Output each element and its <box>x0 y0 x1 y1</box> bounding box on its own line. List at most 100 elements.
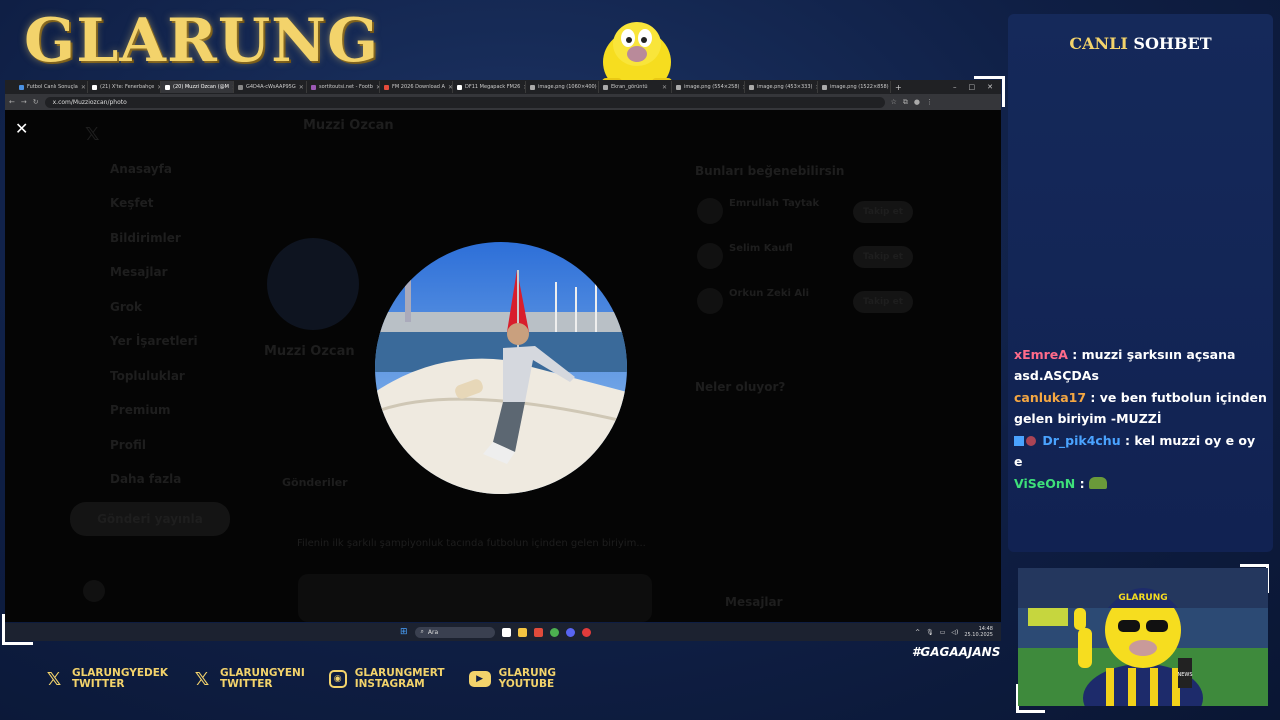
social-platform: INSTAGRAM <box>354 678 425 690</box>
x-logo-icon: 𝕏 <box>85 124 100 145</box>
webcam-feed: GLARUNG NEWS <box>1018 568 1268 706</box>
messages-drawer-label: Mesajlar <box>725 595 783 609</box>
chrome-icon[interactable] <box>549 627 559 637</box>
favicon-icon <box>19 84 24 90</box>
forward-icon[interactable]: → <box>21 98 27 106</box>
follow-button: Takip et <box>853 246 913 268</box>
sidebar-item: Profil <box>110 438 146 452</box>
favicon-icon <box>384 84 389 90</box>
browser-window: Futbol Canlı Sonuçla ✕ (21) X'te: Fenerba… <box>5 80 1001 622</box>
favicon-icon <box>92 84 97 90</box>
profile-icon[interactable]: ● <box>914 98 920 106</box>
menu-icon[interactable]: ⋮ <box>926 98 933 106</box>
taskbar-search[interactable]: ⌕ Ara <box>414 626 495 638</box>
tab-label: FM 2026 Download A <box>392 84 445 90</box>
reload-icon[interactable]: ↻ <box>33 98 39 106</box>
system-tray: ^ 🎙 ▭ ◁) 14:48 25.10.2025 <box>915 626 993 638</box>
sidebar-item: Grok <box>110 300 142 314</box>
tab-label: Futbol Canlı Sonuçla <box>27 84 78 90</box>
clock[interactable]: 14:48 25.10.2025 <box>964 626 993 638</box>
chat-message: ViSeOnN : <box>1014 473 1267 494</box>
browser-tab[interactable]: G4D4A-cWsAAP95G ✕ <box>234 81 307 93</box>
sidebar-item: Yer İşaretleri <box>110 334 198 348</box>
youtube-icon: ▶ <box>468 671 491 687</box>
x-photo-viewer: 𝕏 Anasayfa Keşfet Bildirimler Mesajlar G… <box>5 110 1001 622</box>
hashtag-label: #GAGAAJANS <box>912 645 1001 659</box>
tab-label: (21) X'te: Fenerbahçe <box>100 84 155 90</box>
header-name: Muzzi Ozcan <box>303 118 394 133</box>
taskview-icon[interactable] <box>501 627 511 637</box>
discord-icon[interactable] <box>565 627 575 637</box>
close-icon[interactable]: ✕ <box>81 84 86 91</box>
social-link-twitter-yedek[interactable]: 𝕏 GLARUNGYEDEK TWITTER <box>44 668 168 690</box>
monitor-icon[interactable]: ▭ <box>940 629 946 636</box>
tab-label: sortitoutsi.net - Footb <box>319 84 373 90</box>
browser-tab[interactable]: (21) X'te: Fenerbahçe✕ <box>88 81 161 93</box>
suggestions-title: Bunları beğenebilirsin <box>695 164 845 178</box>
profile-name: Muzzi Ozcan <box>264 344 355 359</box>
close-icon[interactable]: ✕ <box>299 84 304 91</box>
favicon-icon <box>530 84 535 90</box>
browser-tab[interactable]: sortitoutsi.net - Footb✕ <box>307 81 380 93</box>
browser-tab[interactable]: image.png (554×258)✕ <box>672 81 745 93</box>
social-link-twitter-yeni[interactable]: 𝕏 GLARUNGYENI TWITTER <box>192 668 305 690</box>
mic-text: NEWS <box>1177 672 1192 678</box>
tweet-media <box>298 574 652 622</box>
x-icon: 𝕏 <box>46 668 62 690</box>
social-links: 𝕏 GLARUNGYEDEK TWITTER 𝕏 GLARUNGYENI TWITT… <box>44 668 556 690</box>
folder-icon[interactable] <box>517 627 527 637</box>
browser-tab[interactable]: image.png (1060×400)✕ <box>526 81 599 93</box>
app-icon[interactable] <box>581 627 591 637</box>
sidebar-item: Keşfet <box>110 196 154 210</box>
trends-title: Neler oluyor? <box>695 380 786 394</box>
extensions-icon[interactable]: ⧉ <box>903 98 908 107</box>
star-icon[interactable]: ☆ <box>891 98 897 106</box>
avatar <box>697 198 723 224</box>
minimize-icon[interactable]: – <box>953 83 957 91</box>
post-button: Gönderi yayınla <box>70 502 230 536</box>
instagram-icon: ◉ <box>328 670 347 688</box>
tab-label: image.png (453×333) <box>757 84 813 90</box>
clock-date: 25.10.2025 <box>964 632 993 638</box>
browser-tab[interactable]: Ekran_görüntü ✕ <box>599 81 672 93</box>
favicon-icon <box>822 84 827 90</box>
browser-tab[interactable]: Futbol Canlı Sonuçla ✕ <box>15 81 88 93</box>
brave-icon[interactable] <box>533 627 543 637</box>
taskbar-apps: ⊞ ⌕ Ara <box>400 626 591 638</box>
live-chat-panel: CANLI SOHBET xEmreA : muzzi şarksıın açs… <box>1008 14 1273 552</box>
favicon-icon <box>603 84 608 90</box>
start-icon[interactable]: ⊞ <box>400 627 408 637</box>
new-tab-button[interactable]: + <box>891 83 906 92</box>
favicon-icon <box>165 84 170 90</box>
close-icon[interactable]: ✕ <box>15 119 28 138</box>
social-platform: TWITTER <box>220 678 273 690</box>
mic-icon[interactable]: 🎙 <box>926 629 934 636</box>
sidebar-item: Bildirimler <box>110 231 181 245</box>
prime-badge-icon <box>1014 436 1024 446</box>
chat-username: ViSeOnN <box>1014 476 1076 491</box>
tab-label: G4D4A-cWsAAP95G <box>246 84 296 90</box>
close-icon[interactable]: ✕ <box>662 84 667 91</box>
social-platform: TWITTER <box>72 678 125 690</box>
chat-message: Dr_pik4chu : kel muzzi oy e oy e <box>1014 433 1256 469</box>
back-icon[interactable]: ← <box>9 98 15 106</box>
browser-tab[interactable]: FM 2026 Download A ✕ <box>380 81 453 93</box>
chat-title: CANLI SOHBET <box>1008 34 1273 53</box>
url-field[interactable]: x.com/Muzziozcan/photo <box>44 96 885 108</box>
browser-tab[interactable]: image.png (453×333)✕ <box>745 81 818 93</box>
browser-tab[interactable]: DF11 Megapack FM26✕ <box>453 81 526 93</box>
social-link-youtube[interactable]: ▶ GLARUNG YOUTUBE <box>468 668 556 690</box>
favicon-icon <box>457 84 462 90</box>
follow-button: Takip et <box>853 201 913 223</box>
browser-tab[interactable]: image.png (1522×858)✕ <box>818 81 891 93</box>
social-link-instagram[interactable]: ◉ GLARUNGMERT INSTAGRAM <box>328 668 445 690</box>
profile-avatar <box>267 238 359 330</box>
chevron-up-icon[interactable]: ^ <box>915 629 920 636</box>
sidebar-item: Anasayfa <box>110 162 172 176</box>
tab-bar: Futbol Canlı Sonuçla ✕ (21) X'te: Fenerba… <box>5 80 1001 94</box>
favicon-icon <box>749 84 754 90</box>
browser-tab-active[interactable]: (20) Muzzi Ozcan (@M✕ <box>161 81 234 93</box>
volume-icon[interactable]: ◁) <box>951 629 958 636</box>
tab-label: (20) Muzzi Ozcan (@M <box>173 84 229 90</box>
avatar <box>697 288 723 314</box>
